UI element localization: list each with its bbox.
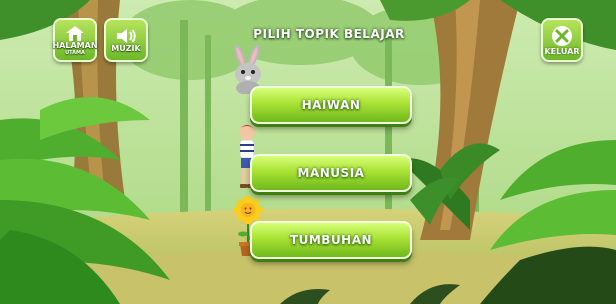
home-button-label: HALAMAN — [52, 41, 98, 50]
exit-button[interactable]: KELUAR — [541, 18, 583, 62]
home-icon — [66, 26, 84, 41]
home-button-sub-label: UTAMA — [65, 50, 85, 56]
home-button[interactable]: HALAMAN UTAMA — [52, 18, 98, 62]
close-icon — [552, 25, 572, 46]
topic-button-label: HAIWAN — [301, 98, 361, 112]
screen-title: PILIH TOPIK BELAJAR — [253, 27, 405, 41]
topic-button-tumbuhan[interactable]: TUMBUHAN — [250, 221, 412, 259]
exit-button-label: KELUAR — [544, 46, 580, 56]
topic-button-haiwan[interactable]: HAIWAN — [250, 86, 412, 124]
topic-button-label: TUMBUHAN — [289, 233, 373, 247]
topic-button-label: MANUSIA — [297, 166, 365, 180]
topic-button-manusia[interactable]: MANUSIA — [250, 154, 412, 192]
speaker-icon — [117, 29, 136, 43]
music-button-label: MUZIK — [111, 44, 141, 53]
music-button[interactable]: MUZIK — [104, 18, 148, 62]
